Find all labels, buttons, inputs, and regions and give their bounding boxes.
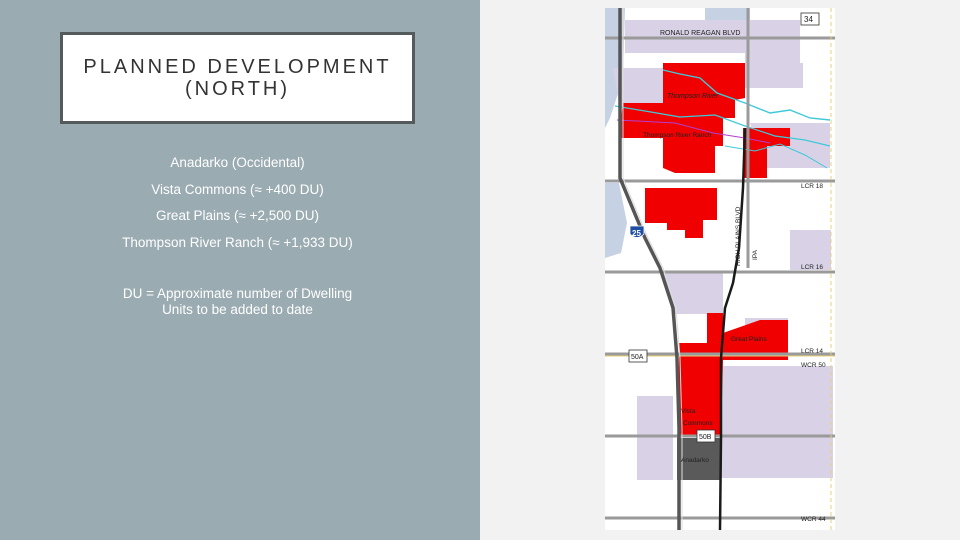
planned-parcel (667, 208, 685, 230)
development-list: Anadarko (Occidental) Vista Commons (≈ +… (0, 150, 475, 256)
anadarko-label: Anadarko (681, 457, 709, 464)
development-item-vista-commons: Vista Commons (≈ +400 DU) (151, 181, 324, 197)
route-34-label: 34 (804, 15, 813, 24)
ipa-label: IPA (752, 249, 759, 260)
lake-area-top (705, 8, 750, 20)
vista-commons-label-1: Vista (681, 408, 696, 415)
vista-commons-label-2: Commons (683, 420, 713, 427)
lcr-18-label: LCR 18 (801, 183, 823, 190)
du-note-line-2: Units to be added to date (162, 302, 313, 317)
wcr-44-label: WCR 44 (801, 516, 826, 523)
interstate-25-shield: 25 (629, 225, 645, 238)
lcr-16-label: LCR 16 (801, 264, 823, 271)
existing-area (721, 366, 833, 440)
title-box: PLANNED DEVELOPMENT (NORTH) (60, 32, 415, 124)
existing-area (745, 63, 803, 88)
high-plains-label: HIGH PLAINS BLVD (735, 206, 742, 266)
slide-title-line-2: (NORTH) (184, 78, 291, 100)
du-note-line-1: DU = Approximate number of Dwelling (122, 286, 353, 301)
wcr-50-label: WCR 50 (801, 362, 826, 369)
lcr-14-label: LCR 14 (801, 348, 823, 355)
great-plains-label: Great Plains (731, 336, 768, 343)
development-item-great-plains: Great Plains (≈ +2,500 DU) (155, 208, 320, 223)
du-note: DU = Approximate number of Dwelling Unit… (90, 286, 385, 318)
thompson-river-ranch-label: Thompson River Ranch (643, 132, 712, 139)
interstate-25-label: 25 (632, 229, 641, 238)
route-50b-label: 50B (699, 434, 712, 441)
development-item-anadarko: Anadarko (Occidental) (170, 155, 305, 170)
existing-area (721, 440, 833, 478)
map-svg: 34 RONALD REAGAN BLVD Thompson River Tho… (605, 8, 835, 530)
ronald-reagan-label: RONALD REAGAN BLVD (660, 30, 740, 37)
development-map: 34 RONALD REAGAN BLVD Thompson River Tho… (605, 8, 835, 530)
route-50a-label: 50A (631, 354, 644, 361)
slide-title-line-1: PLANNED DEVELOPMENT (83, 56, 392, 78)
development-item-thompson-river-ranch: Thompson River Ranch (≈ +1,933 DU) (122, 234, 353, 250)
left-panel: PLANNED DEVELOPMENT (NORTH) Anadarko (Oc… (0, 0, 480, 540)
existing-area (637, 396, 673, 480)
thompson-river-label: Thompson River (667, 93, 719, 100)
